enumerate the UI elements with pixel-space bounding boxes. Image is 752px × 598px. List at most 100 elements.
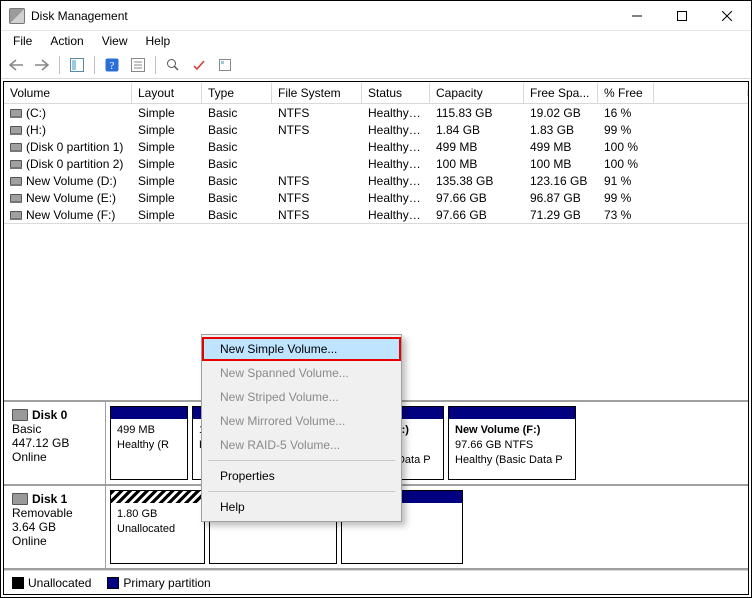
volume-name: New Volume (F:) [26, 208, 115, 222]
volume-status: Healthy (B... [362, 106, 430, 120]
minimize-button[interactable] [614, 2, 659, 30]
disk-state: Online [12, 534, 97, 548]
volume-pct: 99 % [598, 191, 654, 205]
partition-line2: 499 MB [117, 423, 181, 438]
volume-pct: 91 % [598, 174, 654, 188]
disk-info[interactable]: Disk 0Basic447.12 GBOnline [4, 402, 106, 484]
col-pctfree[interactable]: % Free [598, 83, 654, 103]
context-menu-item[interactable]: Help [202, 495, 401, 519]
table-row[interactable]: (C:)SimpleBasicNTFSHealthy (B...115.83 G… [4, 104, 748, 121]
volume-type: Basic [202, 174, 272, 188]
volume-pct: 100 % [598, 157, 654, 171]
menu-action[interactable]: Action [42, 32, 91, 50]
partition-stripe [449, 407, 575, 419]
volume-status: Healthy (B... [362, 191, 430, 205]
partition[interactable]: New Volume (F:)97.66 GB NTFSHealthy (Bas… [448, 406, 576, 480]
volume-type: Basic [202, 140, 272, 154]
volume-type: Basic [202, 106, 272, 120]
show-hide-console-tree-icon[interactable] [66, 54, 88, 76]
disk-size: 3.64 GB [12, 520, 97, 534]
partition-unallocated[interactable]: 1.80 GBUnallocated [110, 490, 205, 564]
volume-pct: 99 % [598, 123, 654, 137]
properties-icon[interactable] [214, 54, 236, 76]
disk-size: 447.12 GB [12, 436, 97, 450]
svg-text:?: ? [110, 60, 115, 72]
disk-icon [12, 493, 28, 505]
volume-type: Basic [202, 123, 272, 137]
window-title: Disk Management [31, 9, 128, 23]
forward-button[interactable] [31, 54, 53, 76]
volume-type: Basic [202, 191, 272, 205]
table-row[interactable]: (Disk 0 partition 1)SimpleBasicHealthy (… [4, 138, 748, 155]
context-menu-item: New Spanned Volume... [202, 361, 401, 385]
volume-list-header: Volume Layout Type File System Status Ca… [4, 82, 748, 104]
volume-pct: 16 % [598, 106, 654, 120]
disk-info[interactable]: Disk 1Removable3.64 GBOnline [4, 486, 106, 568]
col-status[interactable]: Status [362, 83, 430, 103]
back-button[interactable] [5, 54, 27, 76]
context-menu-item[interactable]: New Simple Volume... [202, 337, 401, 361]
table-row[interactable]: New Volume (E:)SimpleBasicNTFSHealthy (B… [4, 189, 748, 206]
partition-title: New Volume (F:) [455, 423, 569, 438]
volume-type: Basic [202, 157, 272, 171]
col-filesystem[interactable]: File System [272, 83, 362, 103]
volume-layout: Simple [132, 157, 202, 171]
apply-icon[interactable] [188, 54, 210, 76]
partition-line3: Healthy (R [117, 438, 181, 453]
menubar: File Action View Help [1, 31, 751, 51]
partition-line3: Healthy (Basic Data P [455, 453, 569, 468]
volume-capacity: 100 MB [430, 157, 524, 171]
col-volume[interactable]: Volume [4, 83, 132, 103]
col-free[interactable]: Free Spa... [524, 83, 598, 103]
volume-name: (C:) [26, 106, 46, 120]
context-menu-item: New RAID-5 Volume... [202, 433, 401, 457]
volume-layout: Simple [132, 106, 202, 120]
close-button[interactable] [704, 2, 749, 30]
volume-capacity: 135.38 GB [430, 174, 524, 188]
volume-free: 71.29 GB [524, 208, 598, 222]
partition[interactable]: 499 MBHealthy (R [110, 406, 188, 480]
action-list-icon[interactable] [127, 54, 149, 76]
context-menu-item: New Mirrored Volume... [202, 409, 401, 433]
legend-unallocated: Unallocated [12, 576, 91, 590]
volume-name: (Disk 0 partition 2) [26, 157, 123, 171]
volume-layout: Simple [132, 208, 202, 222]
help-icon[interactable]: ? [101, 54, 123, 76]
table-row[interactable]: (Disk 0 partition 2)SimpleBasicHealthy (… [4, 155, 748, 172]
menu-help[interactable]: Help [138, 32, 179, 50]
volume-name: New Volume (D:) [26, 174, 117, 188]
disk-icon [10, 211, 22, 219]
disk-management-window: Disk Management File Action View Help ? [0, 0, 752, 598]
volume-pct: 100 % [598, 140, 654, 154]
col-type[interactable]: Type [202, 83, 272, 103]
table-row[interactable]: (H:)SimpleBasicNTFSHealthy (B...1.84 GB1… [4, 121, 748, 138]
table-row[interactable]: New Volume (F:)SimpleBasicNTFSHealthy (B… [4, 206, 748, 223]
volume-status: Healthy (B... [362, 208, 430, 222]
volume-free: 1.83 GB [524, 123, 598, 137]
titlebar: Disk Management [1, 1, 751, 31]
volume-type: Basic [202, 208, 272, 222]
disk-icon [10, 143, 22, 151]
disk-icon [12, 409, 28, 421]
context-menu-item[interactable]: Properties [202, 464, 401, 488]
disk-title: Disk 1 [32, 492, 67, 506]
volume-capacity: 97.66 GB [430, 208, 524, 222]
volume-list: Volume Layout Type File System Status Ca… [4, 82, 748, 223]
volume-capacity: 97.66 GB [430, 191, 524, 205]
partition-line2: 1.80 GB [117, 507, 198, 522]
partition-stripe [111, 491, 204, 503]
menu-view[interactable]: View [94, 32, 136, 50]
col-layout[interactable]: Layout [132, 83, 202, 103]
volume-layout: Simple [132, 123, 202, 137]
menu-file[interactable]: File [5, 32, 40, 50]
maximize-button[interactable] [659, 2, 704, 30]
toolbar: ? [1, 51, 751, 79]
volume-capacity: 1.84 GB [430, 123, 524, 137]
rescan-icon[interactable] [162, 54, 184, 76]
legend: Unallocated Primary partition [4, 570, 748, 594]
disk-icon [10, 160, 22, 168]
volume-capacity: 115.83 GB [430, 106, 524, 120]
context-menu[interactable]: New Simple Volume...New Spanned Volume..… [201, 334, 402, 522]
col-capacity[interactable]: Capacity [430, 83, 524, 103]
table-row[interactable]: New Volume (D:)SimpleBasicNTFSHealthy (B… [4, 172, 748, 189]
